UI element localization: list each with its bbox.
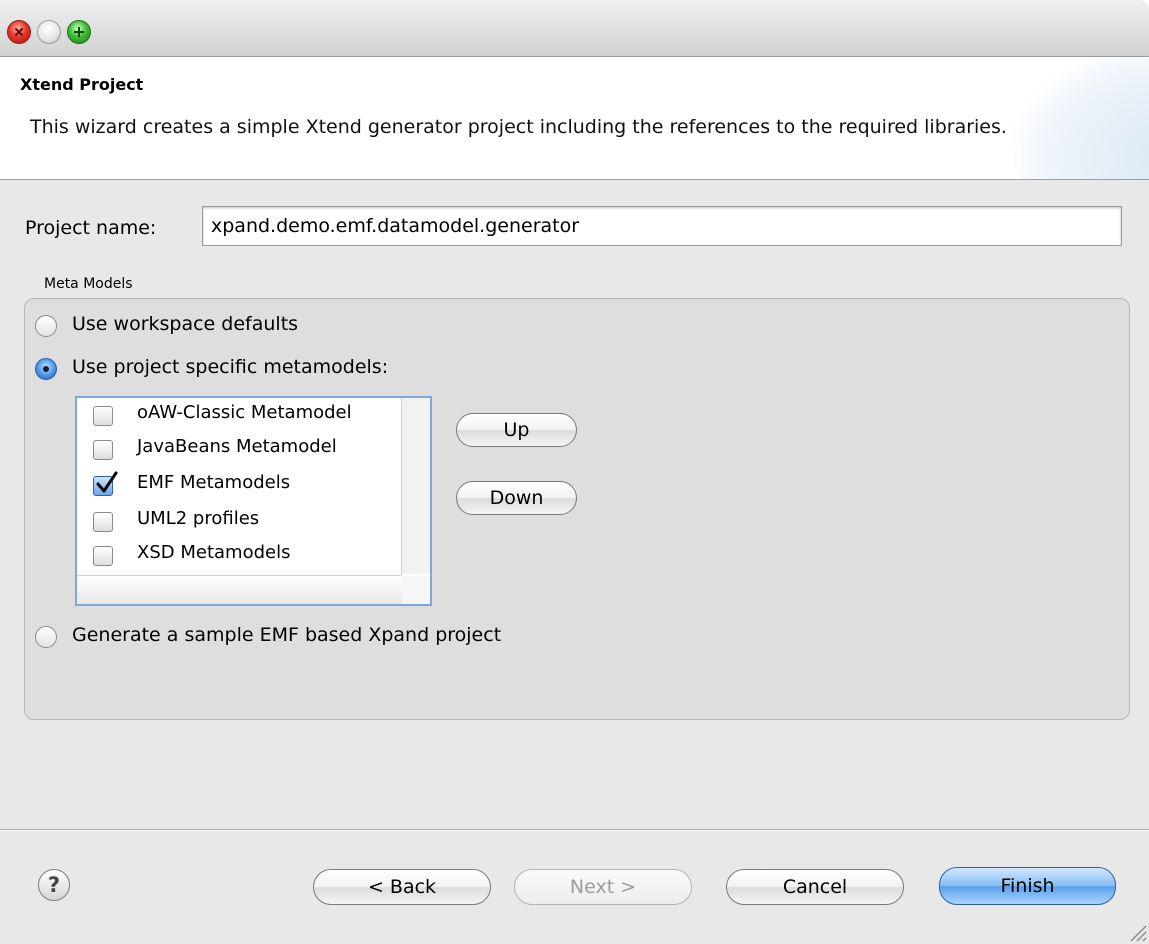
list-item-label: EMF Metamodels [137, 472, 291, 493]
wizard-title: Xtend Project [20, 75, 144, 94]
list-item[interactable]: XSD Metamodels [93, 540, 403, 572]
cancel-button[interactable]: Cancel [726, 869, 904, 905]
horizontal-scrollbar[interactable] [77, 575, 402, 604]
wizard-window: Xtend Project This wizard creates a simp… [0, 0, 1149, 944]
list-item[interactable]: EMF Metamodels [93, 470, 403, 502]
list-item[interactable]: JavaBeans Metamodel [93, 434, 403, 466]
wizard-header: Xtend Project This wizard creates a simp… [0, 57, 1149, 180]
down-button[interactable]: Down [456, 481, 577, 515]
minimize-icon[interactable] [37, 20, 61, 44]
list-item-label: JavaBeans Metamodel [137, 436, 337, 457]
checkbox[interactable] [93, 512, 113, 532]
list-item-label: XSD Metamodels [137, 542, 291, 563]
finish-button[interactable]: Finish [939, 867, 1116, 905]
scrollbar-corner [402, 576, 430, 604]
list-item-label: oAW-Classic Metamodel [137, 402, 352, 423]
title-bar[interactable] [0, 0, 1149, 57]
metamodel-list-content: oAW-Classic Metamodel JavaBeans Metamode… [79, 400, 402, 576]
footer-separator-highlight [0, 830, 1149, 831]
list-item[interactable]: oAW-Classic Metamodel [93, 400, 403, 432]
metamodel-list[interactable]: oAW-Classic Metamodel JavaBeans Metamode… [75, 396, 432, 606]
project-name-label: Project name: [25, 217, 157, 239]
header-decoration [1009, 57, 1149, 179]
radio-generate-sample-project-label[interactable]: Generate a sample EMF based Xpand projec… [72, 624, 501, 646]
up-button[interactable]: Up [456, 413, 577, 447]
checkbox[interactable] [93, 440, 113, 460]
checkmark-icon [96, 471, 118, 493]
radio-use-workspace-defaults[interactable] [35, 315, 57, 337]
meta-models-group-label: Meta Models [44, 276, 133, 292]
radio-use-project-specific[interactable] [35, 358, 57, 380]
help-icon[interactable]: ? [38, 869, 70, 901]
zoom-icon[interactable] [67, 20, 91, 44]
wizard-description: This wizard creates a simple Xtend gener… [30, 116, 1007, 138]
radio-use-project-specific-label[interactable]: Use project specific metamodels: [72, 356, 388, 378]
project-name-input[interactable]: xpand.demo.emf.datamodel.generator [202, 206, 1122, 246]
radio-generate-sample-project[interactable] [35, 626, 57, 648]
checkbox[interactable] [93, 406, 113, 426]
resize-grip-icon[interactable] [1125, 920, 1147, 942]
radio-use-workspace-defaults-label[interactable]: Use workspace defaults [72, 313, 298, 335]
vertical-scrollbar[interactable] [401, 398, 430, 574]
list-item-label: UML2 profiles [137, 508, 260, 529]
list-item[interactable]: UML2 profiles [93, 506, 403, 538]
checkbox-checked[interactable] [93, 471, 118, 496]
close-icon[interactable] [7, 20, 31, 44]
checkbox[interactable] [93, 546, 113, 566]
back-button[interactable]: < Back [313, 869, 491, 905]
next-button[interactable]: Next > [514, 869, 692, 905]
